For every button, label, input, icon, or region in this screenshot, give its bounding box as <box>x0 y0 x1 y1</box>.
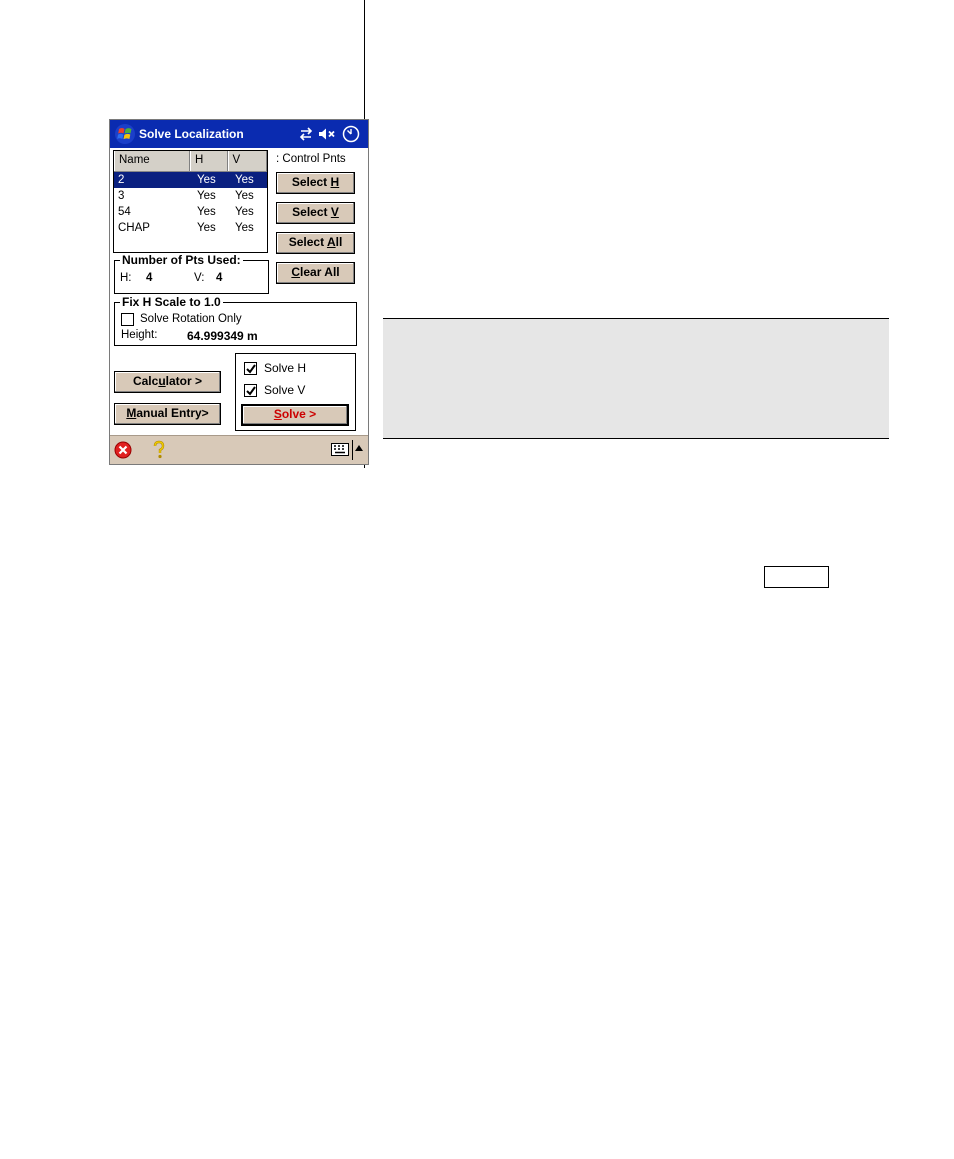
keyboard-icon[interactable] <box>331 443 349 456</box>
note-box <box>383 318 889 439</box>
solve-options-group: Solve H Solve V Solve > <box>235 353 356 431</box>
solve-rotation-checkbox[interactable] <box>121 313 134 326</box>
small-outline-box <box>764 566 829 588</box>
column-header-h[interactable]: H <box>189 151 228 171</box>
pts-used-title: Number of Pts Used: <box>120 253 243 267</box>
windows-start-icon[interactable] <box>114 123 136 145</box>
control-points-list[interactable]: Name H V 2 Yes Yes 3 Yes Yes 54 Yes Yes … <box>113 150 268 253</box>
fix-scale-group: Fix H Scale to 1.0 Solve Rotation Only H… <box>114 295 357 346</box>
select-all-button[interactable]: Select All <box>276 232 355 254</box>
title-bar: Solve Localization <box>110 120 368 148</box>
solve-v-checkbox[interactable] <box>244 384 257 397</box>
solve-h-label: Solve H <box>264 361 307 375</box>
pts-v-label: V: <box>194 272 205 284</box>
row-h: Yes <box>197 206 216 218</box>
pts-h-value: 4 <box>146 272 153 284</box>
pts-v-value: 4 <box>216 272 223 284</box>
column-header-v[interactable]: V <box>227 151 267 171</box>
row-h: Yes <box>197 190 216 202</box>
row-h: Yes <box>197 222 216 234</box>
row-name: 3 <box>118 190 125 202</box>
column-header-name[interactable]: Name <box>114 151 190 171</box>
pts-h-label: H: <box>120 272 132 284</box>
row-name: 2 <box>118 174 125 186</box>
content-area: Name H V 2 Yes Yes 3 Yes Yes 54 Yes Yes … <box>110 148 368 436</box>
select-v-button[interactable]: Select V <box>276 202 355 224</box>
row-name: 54 <box>118 206 131 218</box>
height-value: 64.999349 m <box>187 329 258 343</box>
solve-rotation-label: Solve Rotation Only <box>140 313 242 325</box>
clock-icon[interactable] <box>342 125 360 143</box>
list-row[interactable]: 54 Yes Yes <box>114 204 267 220</box>
fix-scale-title: Fix H Scale to 1.0 <box>120 295 223 309</box>
taskbar-divider <box>352 440 353 460</box>
check-icon <box>246 364 256 374</box>
select-h-button[interactable]: Select H <box>276 172 355 194</box>
list-row[interactable]: 3 Yes Yes <box>114 188 267 204</box>
window-title: Solve Localization <box>139 127 244 141</box>
solve-h-checkbox[interactable] <box>244 362 257 375</box>
close-icon[interactable] <box>114 441 132 459</box>
connectivity-icon[interactable] <box>298 127 314 141</box>
row-h: Yes <box>197 174 216 186</box>
help-icon[interactable] <box>152 440 166 460</box>
control-points-label: : Control Pnts <box>276 153 346 165</box>
row-v: Yes <box>235 222 254 234</box>
check-icon <box>246 386 256 396</box>
list-header: Name H V <box>114 151 267 172</box>
pts-used-group: Number of Pts Used: H: 4 V: 4 <box>114 253 269 294</box>
solve-button[interactable]: Solve > <box>241 404 349 426</box>
taskbar <box>110 435 368 464</box>
calculator-button[interactable]: Calculator > <box>114 371 221 393</box>
device-screen: Solve Localization Name H V 2 Yes Yes 3 … <box>109 119 369 465</box>
list-row[interactable]: CHAP Yes Yes <box>114 220 267 236</box>
up-arrow-icon[interactable] <box>355 445 363 451</box>
row-v: Yes <box>235 174 254 186</box>
height-label: Height: <box>121 329 158 341</box>
list-row[interactable]: 2 Yes Yes <box>114 172 267 188</box>
speaker-muted-icon[interactable] <box>318 127 336 141</box>
clear-all-button[interactable]: Clear All <box>276 262 355 284</box>
row-v: Yes <box>235 190 254 202</box>
row-name: CHAP <box>118 222 150 234</box>
row-v: Yes <box>235 206 254 218</box>
solve-v-label: Solve V <box>264 383 306 397</box>
manual-entry-button[interactable]: Manual Entry> <box>114 403 221 425</box>
